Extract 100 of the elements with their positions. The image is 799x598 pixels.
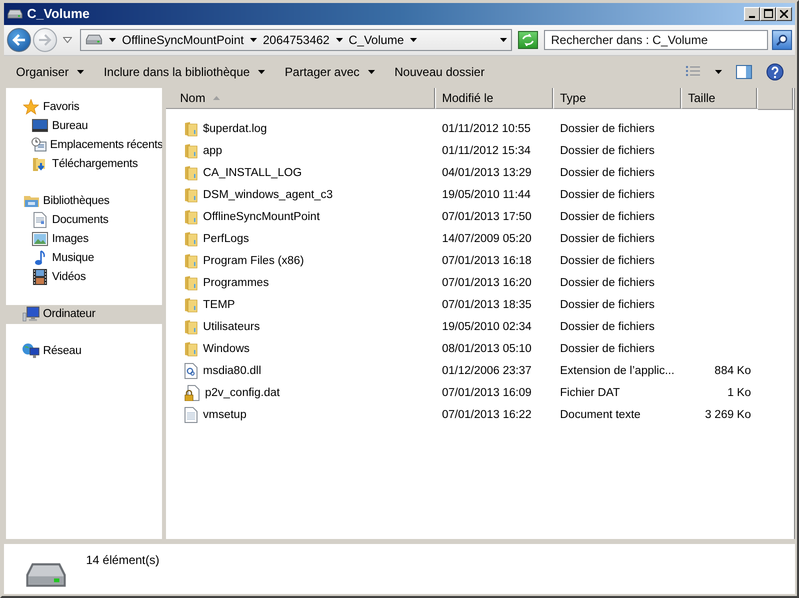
breadcrumb[interactable]: C_Volume (348, 32, 404, 47)
toolbar-button[interactable]: Nouveau dossier (388, 60, 491, 83)
folder-icon (184, 340, 198, 357)
file-name-cell[interactable]: PerfLogs (166, 228, 436, 250)
folder-icon (184, 252, 198, 269)
toolbar-button[interactable]: Inclure dans la bibliothèque (98, 60, 271, 83)
type-cell-text: Fichier DAT (559, 386, 621, 401)
file-name-cell[interactable]: vmsetup (166, 404, 436, 426)
file-name-cell[interactable]: p2v_config.dat (166, 382, 436, 404)
file-name-cell[interactable]: OfflineSyncMountPoint (166, 206, 436, 228)
music-note-icon (33, 250, 47, 266)
breadcrumb-caret-icon (410, 38, 417, 42)
nav-item[interactable]: Vidéos (6, 268, 162, 287)
file-name-cell[interactable]: DSM_windows_agent_c3 (166, 184, 436, 206)
file-name-cell[interactable]: msdia80.dll (166, 360, 436, 382)
folder-icon (184, 230, 198, 247)
date-cell-text: 07/01/2013 18:35 (441, 298, 533, 313)
date-cell-text: 04/01/2013 13:29 (441, 166, 533, 181)
breadcrumb-caret-icon (109, 38, 116, 42)
close-button[interactable] (776, 6, 792, 21)
nav-item[interactable]: Favoris (6, 98, 162, 117)
type-cell-text: Document texte (559, 408, 642, 423)
locked-file-icon (184, 384, 200, 401)
column-header[interactable]: Type (554, 88, 682, 109)
network-icon (22, 343, 40, 360)
download-folder-icon (32, 156, 48, 172)
date-cell-text: 14/07/2009 05:20 (441, 232, 533, 247)
help-icon (766, 62, 784, 81)
file-name-cell[interactable]: CA_INSTALL_LOG (166, 162, 436, 184)
type-cell-text: Dossier de fichiers (559, 254, 656, 269)
film-icon (33, 269, 47, 286)
folder-icon (184, 318, 198, 335)
type-cell-text: Dossier de fichiers (559, 166, 656, 181)
file-name-cell[interactable]: Programmes (166, 272, 436, 294)
breadcrumb-caret-icon (250, 38, 257, 42)
file-name-cell[interactable]: Utilisateurs (166, 316, 436, 338)
details-view-icon (685, 66, 701, 78)
date-cell-text: 07/01/2013 16:22 (441, 408, 533, 423)
library-icon (22, 193, 40, 210)
address-dropdown-icon (500, 38, 507, 42)
recent-places-icon (31, 137, 47, 154)
file-name-cell[interactable]: app (166, 140, 436, 162)
nav-item[interactable]: Musique (6, 248, 162, 268)
document-icon (33, 212, 47, 228)
folder-icon (184, 164, 198, 181)
breadcrumb[interactable]: 2064753462 (262, 32, 330, 47)
type-cell-text: Dossier de fichiers (559, 122, 656, 137)
date-cell-text: 01/11/2012 10:55 (441, 122, 532, 137)
item-count: 14 élément(s) (86, 552, 160, 570)
breadcrumb-caret-icon (336, 38, 343, 42)
back-button[interactable] (7, 28, 31, 52)
type-cell-text: Dossier de fichiers (559, 298, 656, 313)
column-header[interactable]: Nom (166, 88, 436, 109)
file-name-cell[interactable]: Program Files (x86) (166, 250, 436, 272)
nav-item[interactable]: Réseau (6, 342, 162, 361)
toolbar-button[interactable]: Partager avec (278, 60, 381, 83)
nav-item[interactable]: Documents (6, 210, 162, 230)
date-cell-text: 07/01/2013 16:09 (441, 386, 533, 401)
file-name-cell[interactable]: Windows (166, 338, 436, 360)
caret-icon (76, 70, 84, 74)
type-cell-text: Dossier de fichiers (559, 342, 656, 357)
size-cell-text: 3 269 Ko (704, 408, 752, 423)
text-file-icon (184, 406, 198, 423)
date-cell-text: 19/05/2010 11:44 (441, 188, 532, 203)
type-cell-text: Dossier de fichiers (559, 276, 656, 291)
maximize-button[interactable] (760, 6, 776, 21)
nav-item[interactable]: Ordinateur (6, 304, 162, 324)
folder-icon (184, 120, 198, 137)
search-button[interactable] (772, 30, 792, 50)
nav-item[interactable]: Bureau (6, 116, 162, 136)
nav-item[interactable]: Images (6, 230, 162, 249)
search-field[interactable]: Rechercher dans : C_Volume (544, 30, 768, 50)
nav-item[interactable]: Téléchargements (6, 154, 162, 174)
type-cell-text: Dossier de fichiers (559, 188, 656, 203)
address-field[interactable]: OfflineSyncMountPoint 2064753462 C_Volume (80, 28, 512, 51)
back-arrow-icon (12, 34, 26, 46)
minimize-button[interactable] (744, 6, 760, 21)
file-name-cell[interactable]: $uperdat.log (166, 118, 436, 140)
nav-item[interactable]: Bibliothèques (6, 192, 162, 211)
date-cell-text: 07/01/2013 16:18 (441, 254, 533, 269)
image-icon (32, 232, 48, 246)
refresh-button[interactable] (518, 30, 538, 49)
column-header[interactable]: Modifié le (436, 88, 554, 109)
size-cell-text: 1 Ko (726, 386, 752, 401)
caret-icon (368, 70, 375, 74)
file-name-cell[interactable]: TEMP (166, 294, 436, 316)
type-cell-text: Extension de l’applic... (559, 364, 676, 379)
column-header[interactable]: Taille (682, 88, 758, 109)
drive-icon (85, 33, 103, 46)
folder-icon (184, 208, 198, 225)
size-cell-text: 884 Ko (714, 364, 752, 379)
folder-icon (184, 186, 198, 203)
star-icon (23, 99, 39, 116)
date-cell-text: 01/11/2012 15:34 (441, 144, 532, 159)
type-cell-text: Dossier de fichiers (559, 232, 656, 247)
drive-icon (7, 8, 23, 20)
computer-icon (22, 306, 40, 322)
toolbar-button[interactable]: Organiser (10, 60, 90, 83)
breadcrumb[interactable]: OfflineSyncMountPoint (122, 32, 244, 47)
desktop-icon (32, 119, 48, 134)
